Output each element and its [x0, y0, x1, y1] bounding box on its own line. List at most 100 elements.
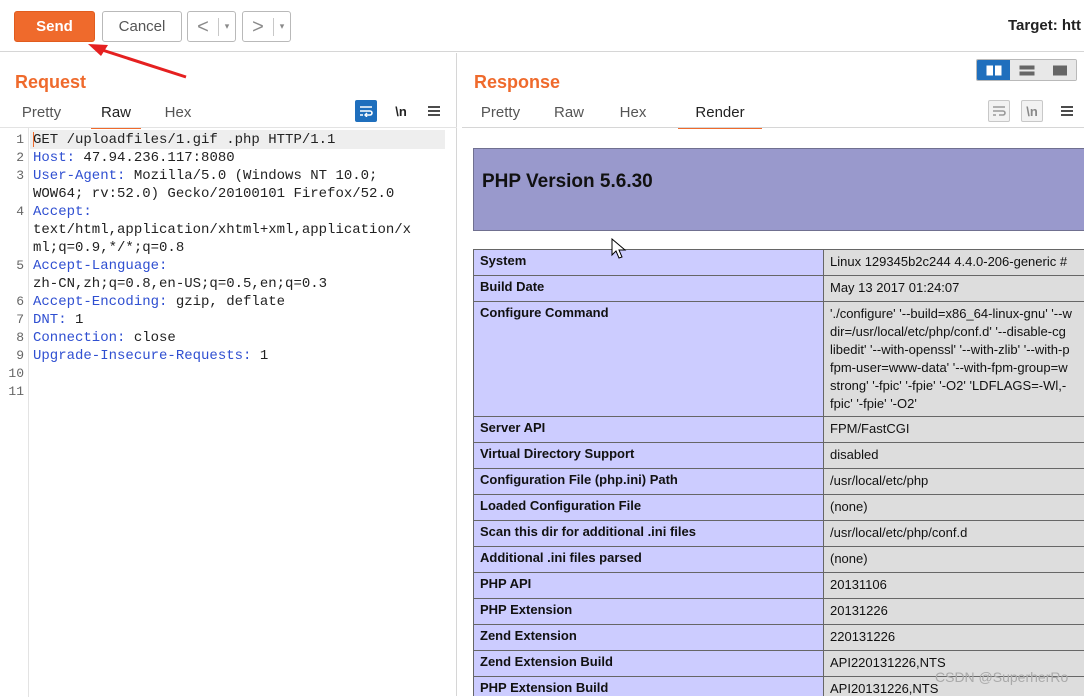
wrap-icon[interactable]	[988, 100, 1010, 122]
header-value: zh-CN,zh;q=0.8,en-US;q=0.5,en;q=0.3	[33, 276, 327, 292]
header-value: 47.94.236.117:8080	[75, 150, 235, 166]
header-value: text/html,application/xhtml+xml,applicat…	[33, 222, 411, 238]
phpinfo-value-line: FPM/FastCGI	[830, 420, 1084, 438]
phpinfo-key: Configure Command	[474, 302, 824, 417]
layout-toggle[interactable]	[976, 59, 1077, 81]
code-line: zh-CN,zh;q=0.8,en-US;q=0.5,en;q=0.3	[33, 275, 327, 293]
phpinfo-value-line: strong' '-fpic' '-fpie' '-O2' 'LDFLAGS=-…	[830, 377, 1084, 395]
header-name: Accept:	[33, 204, 92, 220]
back-dropdown-icon[interactable]: ▾	[219, 21, 235, 32]
text-caret	[33, 132, 34, 147]
line-number: 5	[0, 258, 24, 273]
tab-hex[interactable]: Hex	[163, 101, 193, 129]
phpinfo-value: May 13 2017 01:24:07	[824, 276, 1084, 302]
phpinfo-key: Build Date	[474, 276, 824, 302]
code-line: ml;q=0.9,*/*;q=0.8	[33, 239, 184, 257]
phpinfo-key: PHP Extension	[474, 599, 824, 625]
phpinfo-key: Scan this dir for additional .ini files	[474, 521, 824, 547]
line-number: 6	[0, 294, 24, 309]
back-nav-group[interactable]: < ▾	[187, 11, 236, 42]
request-tabs: Pretty Raw Hex	[20, 101, 193, 129]
newline-icon[interactable]: \n	[390, 100, 412, 122]
phpinfo-row: Configuration File (php.ini) Path/usr/lo…	[474, 469, 1084, 495]
single-pane-icon[interactable]	[1043, 60, 1076, 80]
code-line: WOW64; rv:52.0) Gecko/20100101 Firefox/5…	[33, 185, 394, 203]
phpinfo-value-line: './configure' '--build=x86_64-linux-gnu'…	[830, 305, 1084, 323]
phpinfo-value-line: /usr/local/etc/php/conf.d	[830, 524, 1084, 542]
code-line: text/html,application/xhtml+xml,applicat…	[33, 221, 411, 239]
split-horizontal-icon[interactable]	[977, 60, 1010, 80]
forward-nav-group[interactable]: > ▾	[242, 11, 291, 42]
code-line: Connection: close	[33, 329, 176, 347]
wrap-icon[interactable]	[355, 100, 377, 122]
tab-hex[interactable]: Hex	[618, 101, 648, 129]
phpinfo-key: Additional .ini files parsed	[474, 547, 824, 573]
phpinfo-value-line: disabled	[830, 446, 1084, 464]
phpinfo-key: Zend Extension Build	[474, 651, 824, 677]
line-number: 1	[0, 132, 24, 147]
code-line: Accept:	[33, 203, 92, 221]
phpinfo-value: './configure' '--build=x86_64-linux-gnu'…	[824, 302, 1084, 417]
tab-pretty[interactable]: Pretty	[479, 101, 522, 129]
split-vertical-icon[interactable]	[1010, 60, 1043, 80]
phpinfo-value-line: (none)	[830, 550, 1084, 568]
phpinfo-row: PHP Extension 20131226	[474, 599, 1084, 625]
line-number: 4	[0, 204, 24, 219]
tab-render[interactable]: Render	[678, 101, 762, 129]
newline-icon[interactable]: \n	[1021, 100, 1043, 122]
menu-icon[interactable]	[423, 100, 445, 122]
phpinfo-row: Scan this dir for additional .ini files /…	[474, 521, 1084, 547]
cancel-button[interactable]: Cancel	[102, 11, 182, 42]
phpinfo-row: Configure Command './configure' '--build=…	[474, 302, 1084, 417]
phpinfo-row: Additional .ini files parsed (none)	[474, 547, 1084, 573]
tab-raw[interactable]: Raw	[91, 101, 141, 129]
tab-pretty[interactable]: Pretty	[20, 101, 63, 129]
header-name: DNT:	[33, 312, 67, 328]
line-number: 9	[0, 348, 24, 363]
phpinfo-value: disabled	[824, 443, 1084, 469]
phpinfo-key: Loaded Configuration File	[474, 495, 824, 521]
render-view: PHP Version 5.6.30 SystemLinux 129345b2c…	[462, 127, 1084, 696]
forward-arrow-icon[interactable]: >	[243, 13, 273, 41]
phpinfo-value: (none)	[824, 547, 1084, 573]
phpinfo-value: 220131226	[824, 625, 1084, 651]
tab-raw[interactable]: Raw	[554, 101, 584, 129]
back-arrow-icon[interactable]: <	[188, 13, 218, 41]
phpinfo-value: /usr/local/etc/php	[824, 469, 1084, 495]
phpinfo-row: Server API FPM/FastCGI	[474, 417, 1084, 443]
code-line: Accept-Language:	[33, 257, 167, 275]
phpinfo-key: System	[474, 250, 824, 276]
php-version-header: PHP Version 5.6.30	[473, 148, 1084, 231]
phpinfo-value-line: May 13 2017 01:24:07	[830, 279, 1084, 297]
header-value: 1	[67, 312, 84, 328]
phpinfo-value: (none)	[824, 495, 1084, 521]
phpinfo-row: Loaded Configuration File (none)	[474, 495, 1084, 521]
phpinfo-value-line: 20131106	[830, 576, 1084, 594]
header-name: Accept-Language:	[33, 258, 167, 274]
phpinfo-key: PHP Extension Build	[474, 677, 824, 697]
phpinfo-key: Server API	[474, 417, 824, 443]
phpinfo-value: Linux 129345b2c244 4.4.0-206-generic #	[824, 250, 1084, 276]
phpinfo-value-line: (none)	[830, 498, 1084, 516]
code-line: Accept-Encoding: gzip, deflate	[33, 293, 285, 311]
request-title: Request	[15, 72, 86, 93]
header-value: gzip, deflate	[167, 294, 285, 310]
header-value: WOW64; rv:52.0) Gecko/20100101 Firefox/5…	[33, 186, 394, 202]
phpinfo-value-line: libedit' '--with-openssl' '--with-zlib' …	[830, 341, 1084, 359]
forward-dropdown-icon[interactable]: ▾	[274, 21, 290, 32]
phpinfo-key: Zend Extension	[474, 625, 824, 651]
line-number: 7	[0, 312, 24, 327]
header-value: ml;q=0.9,*/*;q=0.8	[33, 240, 184, 256]
request-editor[interactable]: 1GET /uploadfiles/1.gif .php HTTP/1.12Ho…	[0, 127, 457, 696]
menu-icon[interactable]	[1056, 100, 1078, 122]
line-number: 11	[0, 384, 24, 399]
phpinfo-value-line: 20131226	[830, 602, 1084, 620]
code-line: GET /uploadfiles/1.gif .php HTTP/1.1	[33, 131, 335, 149]
phpinfo-row: PHP API20131106	[474, 573, 1084, 599]
phpinfo-value-line: 220131226	[830, 628, 1084, 646]
target-label[interactable]: Target: htt	[1008, 17, 1081, 34]
line-number: 2	[0, 150, 24, 165]
line-number: 8	[0, 330, 24, 345]
send-button[interactable]: Send	[14, 11, 95, 42]
phpinfo-row: Virtual Directory Supportdisabled	[474, 443, 1084, 469]
